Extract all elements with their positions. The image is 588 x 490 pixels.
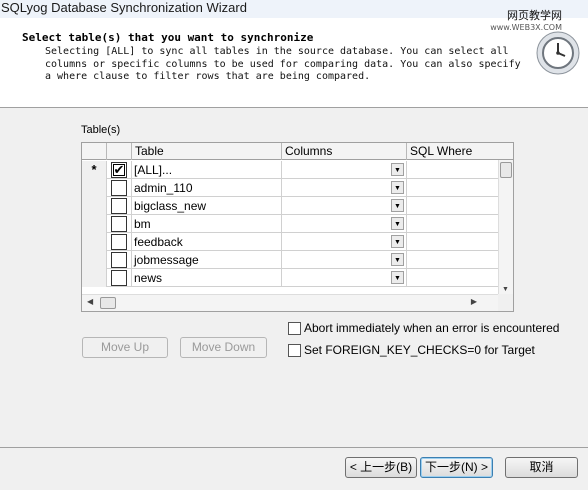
- row-select-checkbox[interactable]: [111, 270, 127, 286]
- row-indicator: [82, 233, 107, 251]
- header-table[interactable]: Table: [132, 143, 282, 160]
- header-columns[interactable]: Columns: [282, 143, 407, 160]
- scroll-thumb[interactable]: [500, 162, 512, 178]
- dropdown-arrow-icon[interactable]: ▼: [391, 163, 404, 176]
- page-title: Select table(s) that you want to synchro…: [22, 31, 314, 44]
- scroll-down-icon[interactable]: ▼: [502, 286, 509, 293]
- header-check-cell: [107, 143, 132, 160]
- scroll-corner: [498, 294, 513, 311]
- move-down-button[interactable]: Move Down: [180, 337, 267, 358]
- columns-cell[interactable]: ▼: [282, 161, 407, 179]
- table-row[interactable]: bigclass_new ▼: [82, 197, 499, 215]
- watermark-text: 网页教学网: [507, 9, 562, 22]
- dropdown-arrow-icon[interactable]: ▼: [391, 217, 404, 230]
- table-name[interactable]: admin_110: [132, 179, 282, 197]
- scroll-right-icon[interactable]: ▶: [471, 297, 477, 306]
- grid-header: Table Columns SQL Where: [82, 143, 513, 160]
- dropdown-arrow-icon[interactable]: ▼: [391, 181, 404, 194]
- table-row[interactable]: jobmessage ▼: [82, 251, 499, 269]
- row-select-checkbox[interactable]: [111, 180, 127, 196]
- sql-where-cell[interactable]: [407, 233, 499, 251]
- row-select-checkbox[interactable]: ✔: [111, 162, 127, 178]
- row-indicator: *: [82, 161, 107, 179]
- table-row[interactable]: admin_110 ▼: [82, 179, 499, 197]
- row-select-checkbox[interactable]: [111, 252, 127, 268]
- move-up-button[interactable]: Move Up: [82, 337, 168, 358]
- scroll-thumb[interactable]: [100, 297, 116, 309]
- sql-where-cell[interactable]: [407, 215, 499, 233]
- wizard-header: Select table(s) that you want to synchro…: [0, 10, 588, 108]
- columns-cell[interactable]: ▼: [282, 179, 407, 197]
- fk-checks-label[interactable]: Set FOREIGN_KEY_CHECKS=0 for Target: [304, 343, 535, 358]
- table-name[interactable]: feedback: [132, 233, 282, 251]
- dropdown-arrow-icon[interactable]: ▼: [391, 271, 404, 284]
- footer-divider: [0, 447, 588, 448]
- abort-on-error-label[interactable]: Abort immediately when an error is encou…: [304, 321, 559, 336]
- row-indicator: [82, 197, 107, 215]
- table-name[interactable]: bm: [132, 215, 282, 233]
- dropdown-arrow-icon[interactable]: ▼: [391, 235, 404, 248]
- table-name[interactable]: bigclass_new: [132, 197, 282, 215]
- table-name[interactable]: jobmessage: [132, 251, 282, 269]
- fk-checks-checkbox[interactable]: [288, 344, 301, 357]
- sql-where-cell[interactable]: [407, 269, 499, 287]
- header-indicator-cell: [82, 143, 107, 160]
- columns-cell[interactable]: ▼: [282, 233, 407, 251]
- header-sql-where[interactable]: SQL Where: [407, 143, 499, 160]
- row-indicator: [82, 215, 107, 233]
- columns-cell[interactable]: ▼: [282, 251, 407, 269]
- table-name[interactable]: [ALL]...: [132, 161, 282, 179]
- columns-cell[interactable]: ▼: [282, 197, 407, 215]
- table-name[interactable]: news: [132, 269, 282, 287]
- row-indicator: [82, 179, 107, 197]
- columns-cell[interactable]: ▼: [282, 215, 407, 233]
- tables-grid[interactable]: Table Columns SQL Where * ✔ [ALL]... ▼ a…: [81, 142, 514, 312]
- row-select-checkbox[interactable]: [111, 234, 127, 250]
- abort-on-error-checkbox[interactable]: [288, 322, 301, 335]
- vertical-scrollbar[interactable]: ▼: [498, 160, 513, 294]
- table-row[interactable]: * ✔ [ALL]... ▼: [82, 161, 499, 179]
- page-description: Selecting [ALL] to sync all tables in th…: [45, 46, 521, 82]
- row-indicator: [82, 251, 107, 269]
- dropdown-arrow-icon[interactable]: ▼: [391, 199, 404, 212]
- cancel-button[interactable]: 取消: [505, 457, 578, 478]
- table-row[interactable]: bm ▼: [82, 215, 499, 233]
- row-select-checkbox[interactable]: [111, 216, 127, 232]
- scroll-left-icon[interactable]: ◀: [87, 297, 93, 306]
- sql-where-cell[interactable]: [407, 161, 499, 179]
- clock-icon: [536, 31, 580, 75]
- row-select-checkbox[interactable]: [111, 198, 127, 214]
- dropdown-arrow-icon[interactable]: ▼: [391, 253, 404, 266]
- sql-where-cell[interactable]: [407, 251, 499, 269]
- columns-cell[interactable]: ▼: [282, 269, 407, 287]
- next-button[interactable]: 下一步(N) >: [420, 457, 493, 478]
- window-title: SQLyog Database Synchronization Wizard: [1, 0, 247, 15]
- horizontal-scrollbar[interactable]: ◀ ▶: [82, 294, 499, 311]
- sql-where-cell[interactable]: [407, 179, 499, 197]
- sql-where-cell[interactable]: [407, 197, 499, 215]
- tables-label: Table(s): [81, 124, 121, 136]
- row-indicator: [82, 269, 107, 287]
- table-row[interactable]: feedback ▼: [82, 233, 499, 251]
- table-row[interactable]: news ▼: [82, 269, 499, 287]
- back-button[interactable]: < 上一步(B): [345, 457, 417, 478]
